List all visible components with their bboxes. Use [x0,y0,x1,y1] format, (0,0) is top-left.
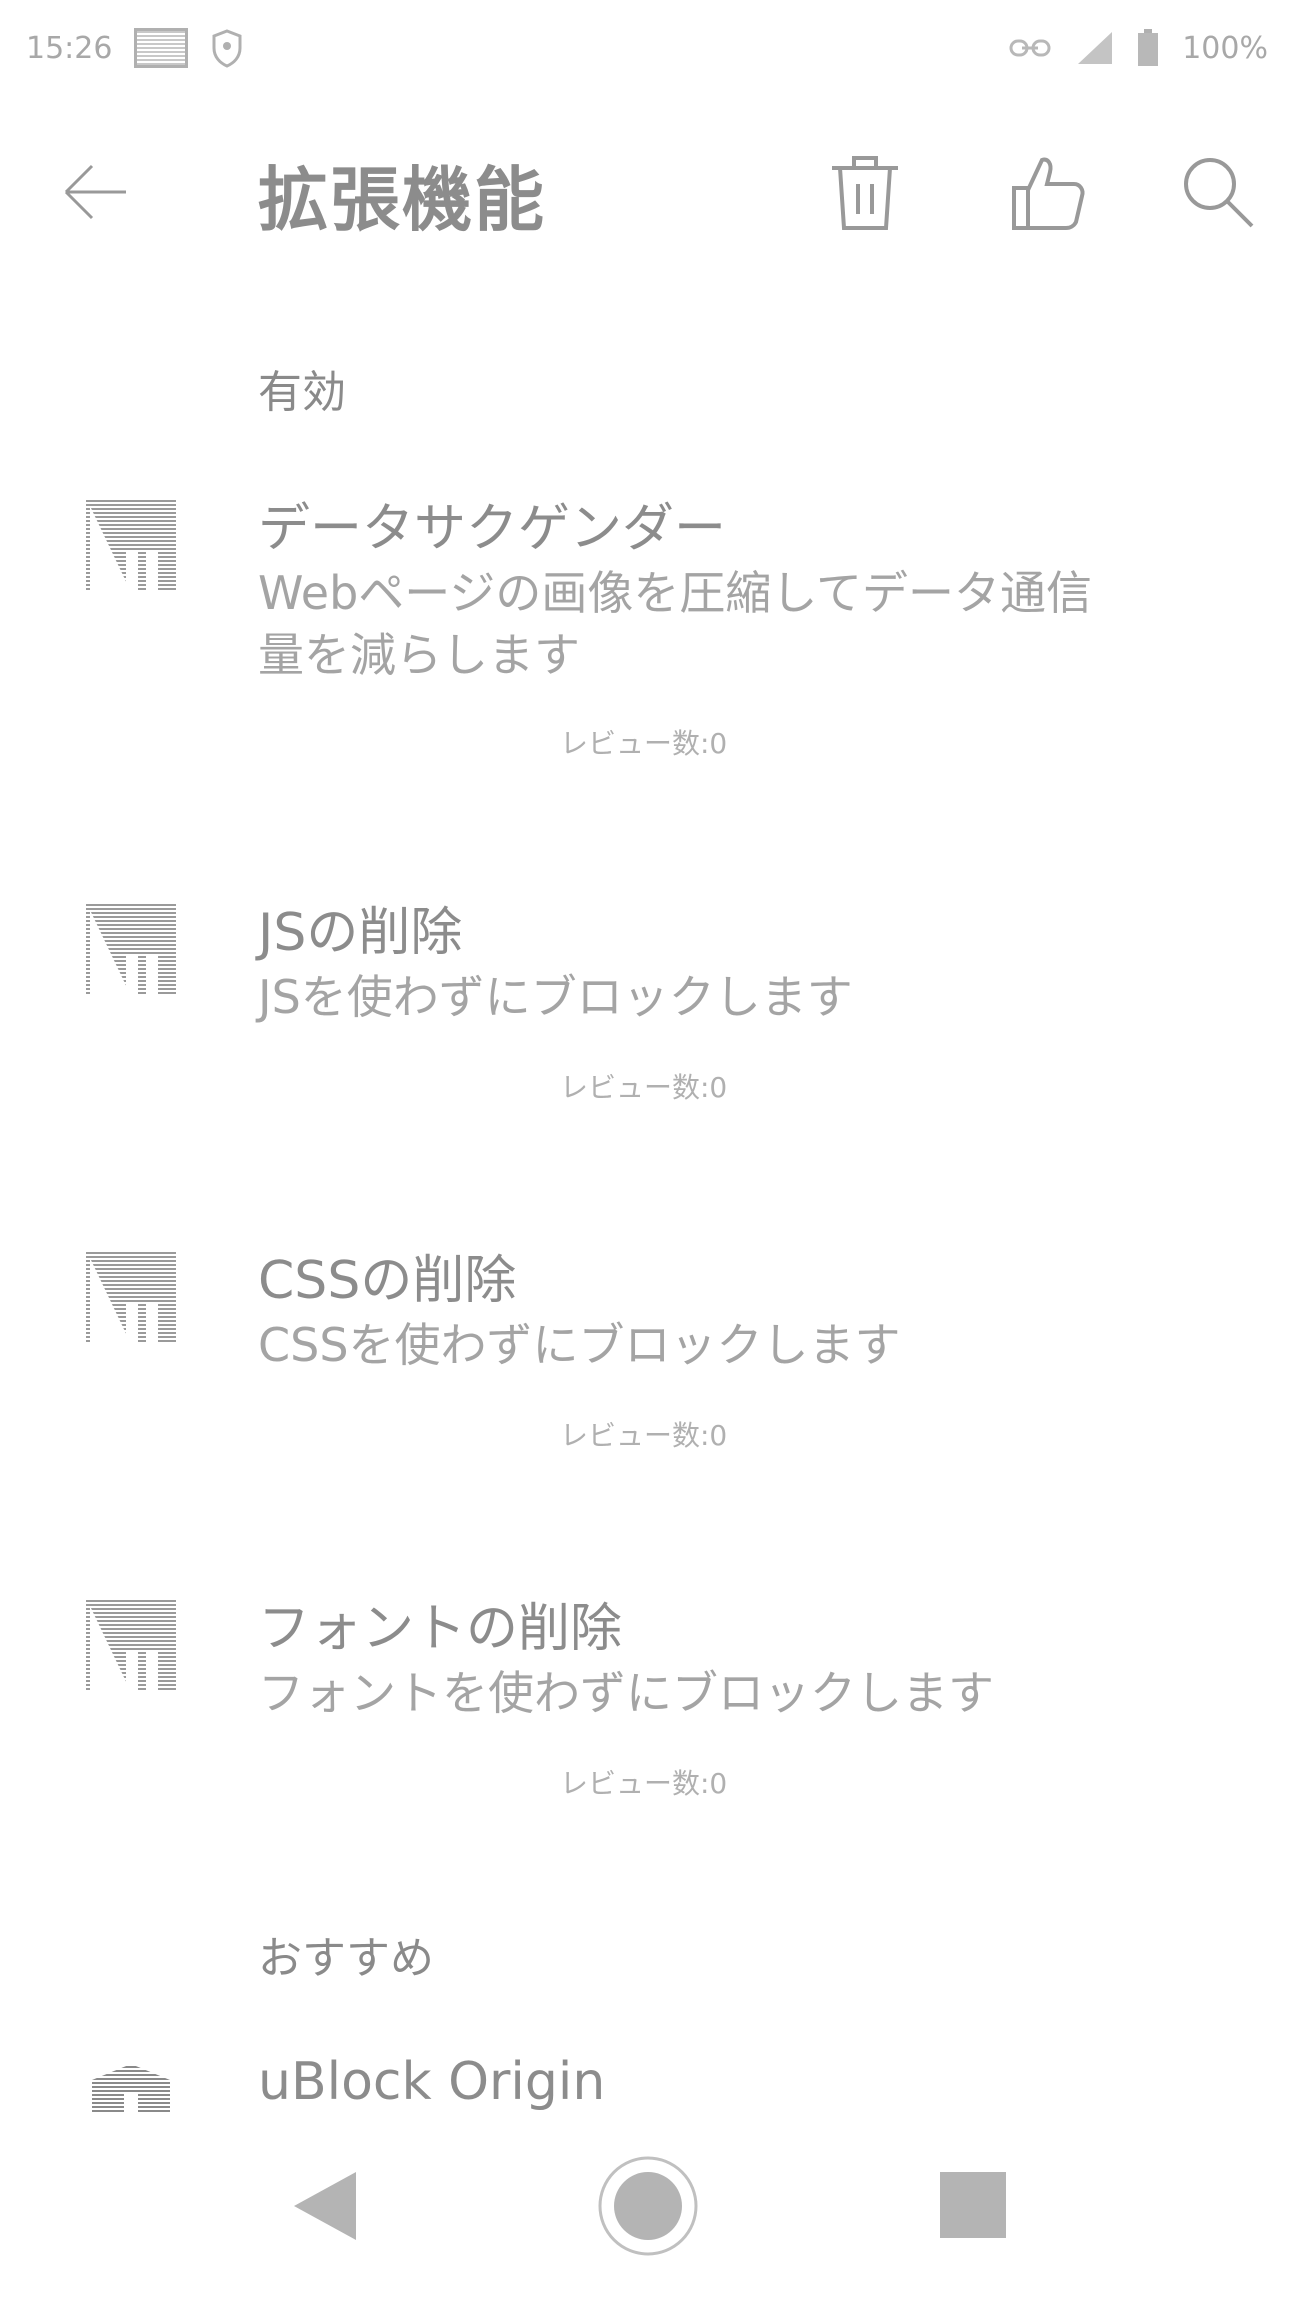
link-icon [1008,33,1052,63]
extension-description: CSSを使わずにブロックします [258,1318,901,1372]
extension-item-remove-fonts[interactable]: フォントの削除 フォントを使わずにブロックします レビュー数:0 [0,1586,1294,1826]
extension-title: フォントの削除 [258,1599,623,1659]
signal-icon [1074,30,1114,66]
extension-review-count: レビュー数:0 [560,1419,728,1452]
thumbs-up-icon[interactable] [1000,146,1090,236]
extension-description: Webページの画像を圧縮してデータ通信量を減らします [258,566,1092,682]
status-left: 15:26 [26,28,244,68]
nav-recent-apps-icon[interactable] [936,2168,1010,2242]
section-header-enabled: 有効 [258,367,346,418]
back-arrow-icon[interactable] [60,156,132,228]
status-time: 15:26 [26,30,113,66]
status-bar: 15:26 100% [0,0,1294,96]
recommended-item-ublock-origin[interactable]: uBlock Origin [0,2044,1294,2134]
app-bar: 拡張機能 [0,110,1294,270]
ublock-origin-icon [86,2058,176,2118]
extension-title: データサクゲンダー [258,499,727,559]
shield-icon [210,28,244,68]
extension-review-count: レビュー数:0 [560,1767,728,1800]
trash-icon[interactable] [820,146,910,236]
extension-description: JSを使わずにブロックします [258,970,853,1024]
page-title: 拡張機能 [258,159,546,241]
nav-back-icon[interactable] [286,2166,366,2246]
navigation-bar [0,2140,1294,2300]
status-right: 100% [1008,28,1268,68]
extension-title: JSの削除 [258,903,463,963]
nav-home-icon[interactable] [596,2154,700,2258]
battery-percent: 100% [1182,30,1268,66]
extension-icon [86,1252,176,1342]
extension-item-remove-js[interactable]: JSの削除 JSを使わずにブロックします レビュー数:0 [0,890,1294,1130]
search-icon[interactable] [1172,146,1262,236]
extension-icon [86,904,176,994]
battery-icon [1136,28,1160,68]
extension-icon [86,1600,176,1690]
extension-description: フォントを使わずにブロックします [258,1666,994,1720]
extension-item-remove-css[interactable]: CSSの削除 CSSを使わずにブロックします レビュー数:0 [0,1238,1294,1478]
extension-item-data-saver[interactable]: データサクゲンダー Webページの画像を圧縮してデータ通信量を減らします レビュ… [0,486,1294,786]
extension-review-count: レビュー数:0 [560,1071,728,1104]
screen: 15:26 100% 拡張機能 有効 データサクゲンダー Webページの画像を圧… [0,0,1294,2300]
extension-icon [86,500,176,590]
notification-app-icon [134,28,189,68]
recommended-title: uBlock Origin [258,2052,606,2112]
extension-review-count: レビュー数:0 [560,727,728,760]
extension-title: CSSの削除 [258,1251,517,1311]
section-header-recommended: おすすめ [258,1933,434,1984]
